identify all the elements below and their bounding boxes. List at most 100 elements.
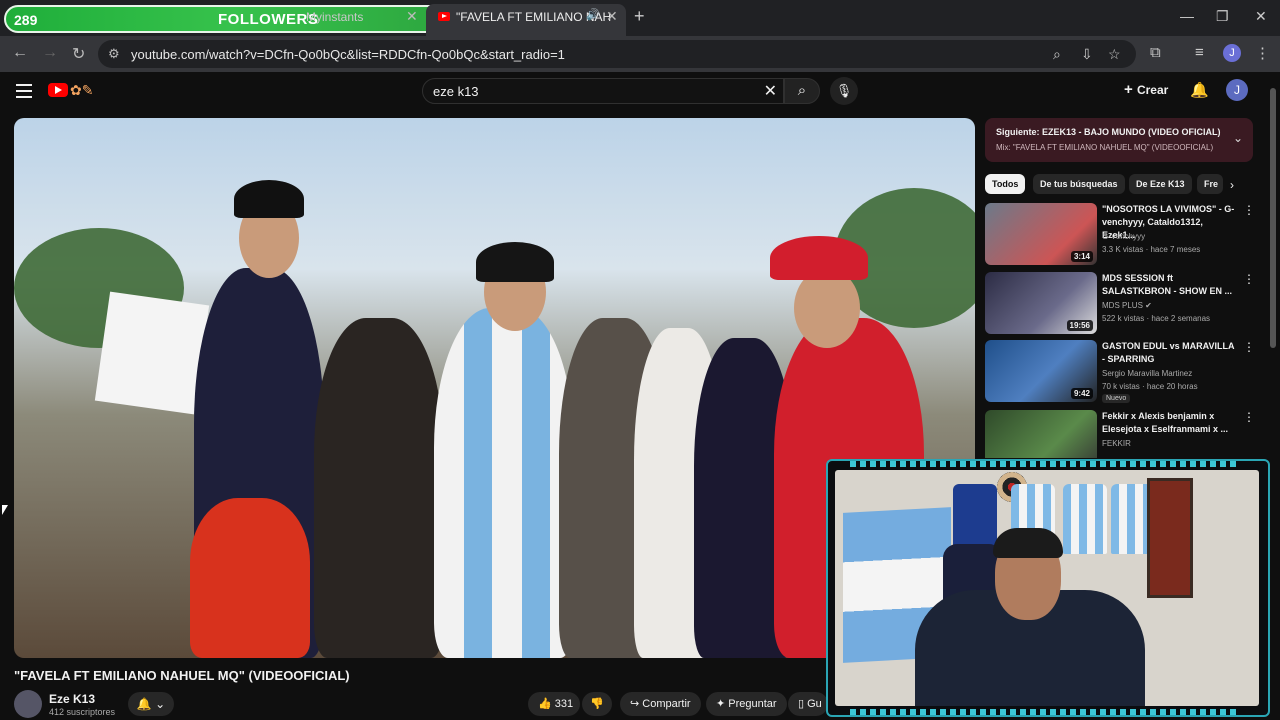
more-options-icon[interactable]: ⋮	[1243, 340, 1255, 354]
chip-eze-k13[interactable]: De Eze K13	[1129, 174, 1192, 194]
save-button[interactable]: ▯ Gu	[788, 692, 828, 716]
media-control-icon[interactable]: ≡	[1195, 44, 1204, 61]
list-item[interactable]: 9:42 GASTON EDUL vs MARAVILLA - SPARRING…	[985, 340, 1255, 403]
video-thumbnail[interactable]	[985, 410, 1097, 458]
mouse-cursor-icon	[2, 505, 8, 515]
search-input[interactable]: eze k13 ✕	[422, 78, 784, 104]
site-info-icon[interactable]: ⚙	[108, 46, 120, 62]
channel-name[interactable]: G-Venchyyy	[1102, 232, 1145, 241]
video-thumbnail[interactable]: 9:42	[985, 340, 1097, 402]
dislike-button[interactable]: 👎	[582, 692, 612, 716]
video-title[interactable]: Fekkir x Alexis benjamin x Elesejota x E…	[1102, 410, 1236, 436]
follower-count: 289	[14, 12, 38, 28]
followers-label: FOLLOWERS	[218, 11, 319, 28]
thumbs-up-icon: 👍	[538, 698, 552, 710]
more-options-icon[interactable]: ⋮	[1243, 410, 1255, 424]
list-item[interactable]: 19:56 MDS SESSION ft SALASTKBRON - SHOW …	[985, 272, 1255, 334]
channel-avatar[interactable]	[14, 690, 42, 718]
more-options-icon[interactable]: ⋮	[1243, 203, 1255, 217]
channel-name[interactable]: FEKKIR	[1102, 439, 1131, 448]
menu-icon[interactable]: ⋮	[1255, 44, 1270, 62]
video-scene-banner	[94, 291, 210, 415]
reload-icon[interactable]: ↻	[72, 44, 85, 64]
search-button[interactable]: ⌕	[784, 78, 820, 104]
create-button[interactable]: + Crear	[1124, 81, 1168, 98]
search-query[interactable]: eze k13	[433, 84, 479, 99]
video-title[interactable]: GASTON EDUL vs MARAVILLA - SPARRING	[1102, 340, 1236, 366]
tab-myinstants[interactable]: Myinstants	[306, 10, 363, 24]
back-icon[interactable]: ←	[12, 44, 28, 62]
channel-name[interactable]: MDS PLUS ✔	[1102, 301, 1152, 310]
more-options-icon[interactable]: ⋮	[1243, 272, 1255, 286]
streamer-hair	[993, 528, 1063, 558]
ask-button[interactable]: ✦ Preguntar	[706, 692, 787, 716]
youtube-logo-icon[interactable]	[48, 83, 68, 97]
video-duration: 19:56	[1066, 320, 1093, 331]
video-meta: 522 k vistas · hace 2 semanas	[1102, 314, 1211, 323]
install-icon[interactable]: ⇩	[1081, 46, 1093, 63]
ask-label: Preguntar	[728, 698, 777, 710]
chip-busquedas[interactable]: De tus búsquedas	[1033, 174, 1125, 194]
subscriber-count: 412 suscriptores	[49, 707, 116, 717]
new-tab-icon[interactable]: +	[634, 6, 645, 27]
address-bar[interactable]: ⚙ youtube.com/watch?v=DCfn-Qo0bQc&list=R…	[98, 40, 1136, 68]
forward-icon[interactable]: →	[42, 44, 58, 62]
up-next-title: Siguiente: EZEK13 - BAJO MUNDO (VIDEO OF…	[996, 127, 1221, 137]
up-next-panel[interactable]: Siguiente: EZEK13 - BAJO MUNDO (VIDEO OF…	[985, 118, 1253, 162]
video-title: "FAVELA FT EMILIANO NAHUEL MQ" (VIDEOOFI…	[14, 668, 350, 683]
voice-search-button[interactable]: 🎙	[830, 77, 858, 105]
video-duration: 3:14	[1070, 251, 1093, 262]
channel-label: MDS PLUS	[1102, 301, 1143, 310]
video-meta: 3.3 K vistas · hace 7 meses	[1102, 245, 1201, 254]
chip-fre[interactable]: Fre	[1197, 174, 1223, 194]
video-thumbnail[interactable]: 3:14	[985, 203, 1097, 265]
share-icon: ↪	[630, 698, 640, 710]
list-item[interactable]: Fekkir x Alexis benjamin x Elesejota x E…	[985, 410, 1255, 458]
mic-icon: 🎙	[835, 83, 853, 98]
plus-icon: +	[1124, 81, 1137, 98]
extensions-icon[interactable]: ⧉	[1150, 44, 1161, 61]
up-next-mix: Mix: "FAVELA FT EMILIANO NAHUEL MQ" (VID…	[996, 143, 1214, 152]
account-avatar[interactable]: J	[1226, 79, 1248, 101]
chevron-down-icon: ⌄	[155, 697, 166, 711]
browser-profile-avatar[interactable]: J	[1223, 44, 1241, 62]
chip-todos[interactable]: Todos	[985, 174, 1026, 194]
subscription-bell-button[interactable]: 🔔 ⌄	[128, 692, 174, 716]
video-scene-cap	[476, 242, 554, 282]
list-item[interactable]: 3:14 "NOSOTROS LA VIVIMOS" - G-venchyyy,…	[985, 203, 1255, 265]
close-window-icon[interactable]: ✕	[1255, 8, 1267, 25]
tab-close-icon[interactable]: ✕	[606, 8, 618, 25]
doodle-icon[interactable]: ✿✎	[70, 82, 93, 99]
video-duration: 9:42	[1070, 388, 1093, 399]
browser-tab-bar: 289 FOLLOWERS 500 Myinstants ✕ "FAVELA F…	[0, 0, 1280, 36]
video-thumbnail[interactable]: 19:56	[985, 272, 1097, 334]
tab-close-icon[interactable]: ✕	[406, 8, 418, 25]
like-button[interactable]: 👍 331	[528, 692, 580, 716]
channel-name[interactable]: Eze K13	[49, 692, 95, 706]
notifications-icon[interactable]: 🔔	[1190, 81, 1209, 99]
webcam-frame-bottom-decoration	[850, 709, 1240, 715]
chevron-down-icon[interactable]: ⌄	[1233, 131, 1243, 145]
tab-audio-icon[interactable]: 🔊	[586, 8, 600, 21]
minimize-icon[interactable]: —	[1180, 8, 1194, 24]
channel-name[interactable]: Sergio Maravilla Martinez	[1102, 369, 1192, 378]
sparkle-icon: ✦	[716, 698, 726, 710]
save-label: Gu	[807, 698, 822, 710]
clear-search-icon[interactable]: ✕	[764, 81, 777, 101]
like-count: 331	[554, 698, 574, 710]
jersey	[1063, 484, 1107, 554]
menu-hamburger-icon[interactable]	[16, 84, 32, 98]
bookmark-star-icon[interactable]: ☆	[1108, 46, 1121, 63]
video-title[interactable]: MDS SESSION ft SALASTKBRON - SHOW EN ...	[1102, 272, 1236, 298]
youtube-favicon-icon	[438, 12, 450, 21]
video-scene-cap	[234, 180, 304, 218]
chevron-right-icon[interactable]: ›	[1230, 178, 1234, 192]
share-label: Compartir	[642, 698, 691, 710]
share-button[interactable]: ↪ Compartir	[620, 692, 701, 716]
zoom-icon[interactable]: ⌕	[1053, 46, 1061, 63]
url-text[interactable]: youtube.com/watch?v=DCfn-Qo0bQc&list=RDD…	[131, 47, 565, 62]
youtube-header: ✿✎ eze k13 ✕ ⌕ 🎙 + Crear 🔔 J	[0, 72, 1280, 114]
video-scene-cap	[770, 236, 868, 280]
maximize-icon[interactable]: ❐	[1216, 8, 1229, 25]
page-scrollbar[interactable]	[1270, 88, 1276, 348]
